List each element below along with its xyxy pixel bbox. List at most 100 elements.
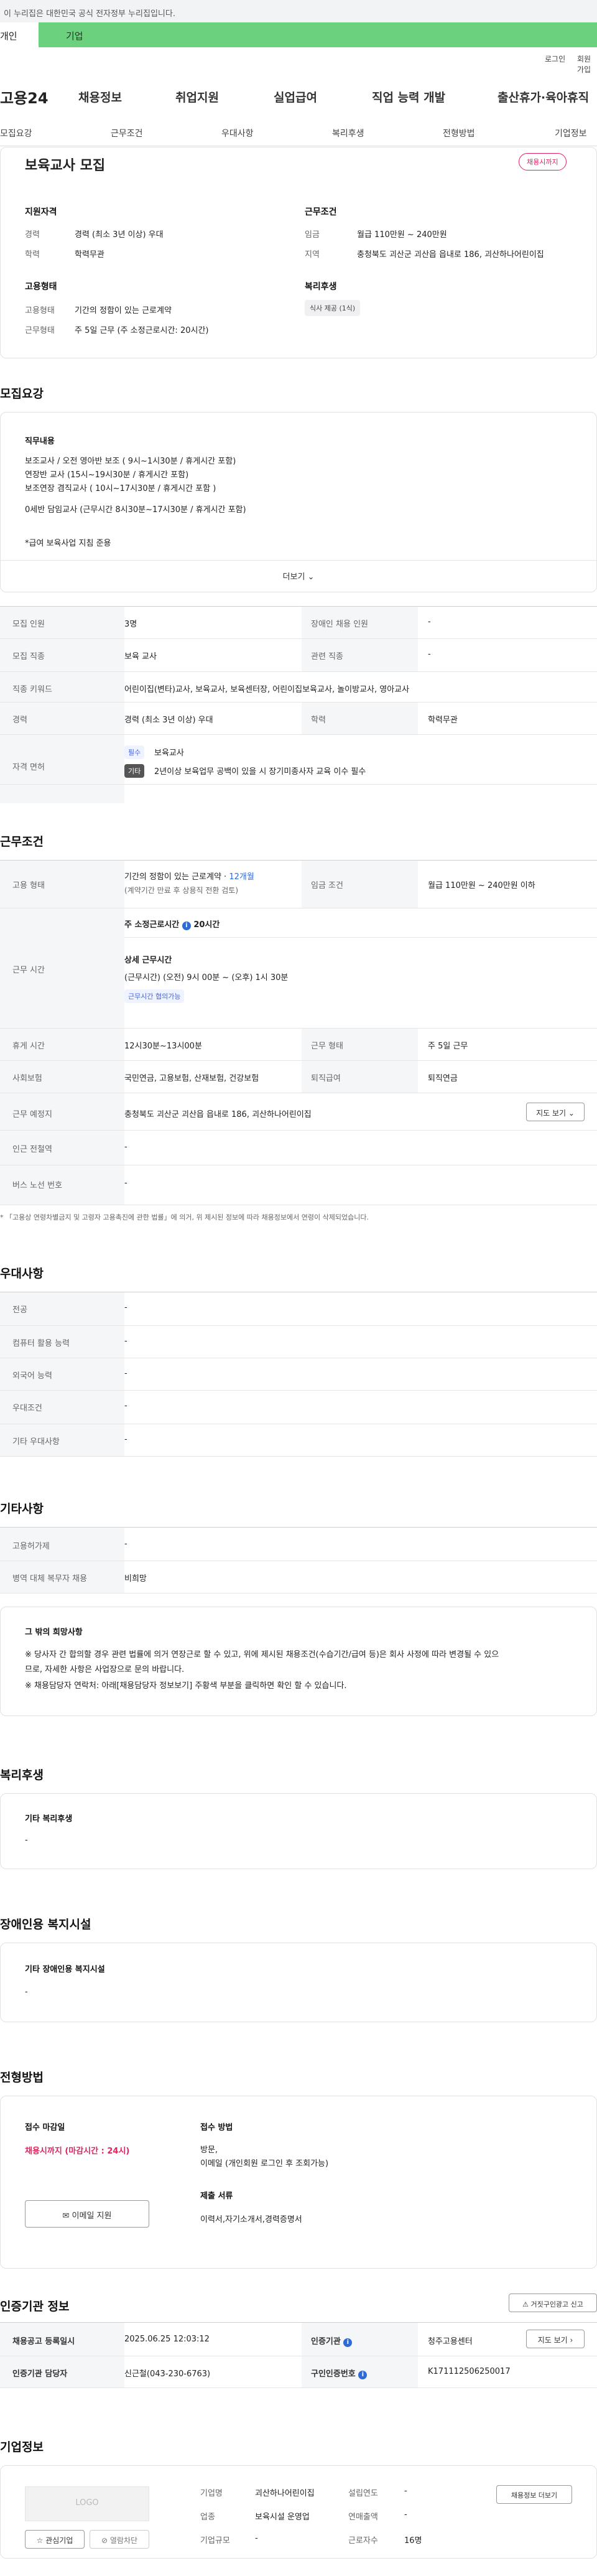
report-button[interactable]: ⚠ 거짓구인광고 신고 bbox=[509, 2294, 597, 2312]
sales-value: - bbox=[404, 2510, 407, 2519]
agency-map-button[interactable]: 지도 보기 › bbox=[526, 2330, 585, 2348]
block-button[interactable]: ⊘ 열람차단 bbox=[90, 2530, 149, 2549]
docs-value: 이력서,자기소개서,경력증명서 bbox=[200, 2215, 302, 2224]
duty-line-1: 보조교사 / 오전 영아반 보조 ( 9시~1시30분 / 휴게시간 포함) bbox=[25, 457, 236, 466]
emp-heading: 고용형태 bbox=[25, 282, 57, 292]
more-jobs-button[interactable]: 채용정보 더보기 bbox=[496, 2485, 572, 2504]
notes-line-2: 므로, 자세한 사항은 사업장으로 문의 바랍니다. bbox=[25, 1665, 185, 1674]
subnav-selection[interactable]: 전형방법 bbox=[443, 127, 475, 139]
row-value: 경력 (최소 3년 이상) 우대 bbox=[124, 716, 213, 725]
row-label: 근무 예정지 bbox=[12, 1110, 52, 1119]
emp-type-value: 기간의 정함이 있는 근로계약 · bbox=[124, 872, 229, 882]
week-hours-value: 20시간 bbox=[193, 920, 220, 930]
qual-heading: 지원자격 bbox=[25, 207, 57, 217]
mail-icon: ✉ bbox=[62, 2211, 70, 2221]
row-divider bbox=[0, 1325, 597, 1326]
subnav-preference[interactable]: 우대사항 bbox=[221, 127, 254, 139]
size-label: 기업규모 bbox=[200, 2536, 230, 2546]
career-label: 경력 bbox=[25, 230, 40, 240]
wage-label: 임금 bbox=[305, 230, 320, 240]
notes-heading: 그 밖의 희망사항 bbox=[25, 1628, 83, 1637]
welfare-box-heading: 기타 복리후생 bbox=[25, 1814, 73, 1824]
more-button[interactable]: 더보기 ⌄ bbox=[0, 570, 597, 582]
login-link[interactable]: 로그인 bbox=[545, 54, 565, 64]
company-heading: 기업정보 bbox=[0, 2440, 44, 2454]
agency-map-label: 지도 보기 bbox=[537, 2336, 568, 2345]
company-logo: LOGO bbox=[25, 2486, 149, 2521]
subnav-recruit[interactable]: 모집요강 bbox=[0, 127, 32, 139]
row-value: - bbox=[428, 617, 431, 627]
edu-label: 학력 bbox=[25, 250, 40, 259]
duty-card bbox=[0, 412, 597, 592]
info-icon[interactable]: i bbox=[343, 2338, 353, 2347]
table-bottom bbox=[0, 2387, 597, 2388]
gnb-item-training[interactable]: 직업 능력 개발 bbox=[372, 88, 445, 105]
gnb-item-benefit[interactable]: 실업급여 bbox=[274, 88, 317, 105]
status-badge: 채용시까지 bbox=[519, 153, 567, 170]
row-divider bbox=[0, 671, 597, 672]
row-label: 전공 bbox=[12, 1305, 27, 1315]
chevron-down-icon: ⌄ bbox=[307, 572, 315, 582]
info-icon[interactable]: i bbox=[358, 2371, 368, 2379]
disabled-card bbox=[0, 1943, 597, 2022]
tab-company[interactable]: 기업 bbox=[39, 22, 597, 47]
row-value: 보육 교사 bbox=[124, 652, 157, 661]
row-label: 휴게 시간 bbox=[12, 1042, 45, 1051]
site-logo[interactable]: 고용24 bbox=[0, 86, 49, 108]
recruit-heading: 모집요강 bbox=[0, 387, 44, 401]
warning-icon: ⚠ bbox=[522, 2300, 529, 2308]
deadline-heading: 접수 마감일 bbox=[25, 2123, 65, 2132]
subnav-welfare[interactable]: 복리후생 bbox=[332, 127, 364, 139]
block-icon: ⊘ bbox=[101, 2536, 108, 2545]
area-value: 충청북도 괴산군 괴산읍 읍내로 186, 괴산하나어린이집 bbox=[357, 250, 544, 259]
notes-line-3: ※ 채용담당자 연락처: 아래[채용담당자 정보보기] 주황색 부분을 클릭하면… bbox=[25, 1681, 347, 1691]
duty-note: *급여 보육사업 지침 준용 bbox=[25, 539, 111, 548]
preference-heading: 우대사항 bbox=[0, 1267, 44, 1281]
method-value-1: 방문, bbox=[200, 2145, 218, 2155]
gnb-item-leave[interactable]: 출산휴가·육아휴직 bbox=[497, 88, 589, 105]
duty-line-2: 연장반 교사 (15시~19시30분 / 휴게시간 포함) bbox=[25, 470, 189, 480]
year-value: - bbox=[404, 2486, 407, 2496]
info-icon[interactable]: i bbox=[182, 922, 191, 930]
size-value: - bbox=[255, 2534, 258, 2543]
negotiable-chip: 근무시간 협의가능 bbox=[124, 989, 185, 1003]
more-label: 더보기 bbox=[282, 572, 305, 582]
welfare-heading: 복리후생 bbox=[305, 282, 337, 292]
gov-notice: 이 누리집은 대한민국 공식 전자정부 누리집입니다. bbox=[4, 9, 175, 19]
row-label: 모집 인원 bbox=[12, 620, 45, 629]
work-value: 주 5일 근무 (주 소정근로시간: 20시간) bbox=[75, 326, 209, 335]
tab-personal[interactable]: 개인 bbox=[0, 22, 39, 47]
row-label: 채용공고 등록일시 bbox=[12, 2337, 75, 2346]
type-value: 기간의 정함이 있는 근로계약 bbox=[75, 306, 172, 315]
disabled-heading: 장애인용 복지시설 bbox=[0, 1918, 91, 1931]
employees-label: 근로자수 bbox=[348, 2536, 378, 2546]
selection-heading: 전형방법 bbox=[0, 2071, 44, 2084]
row-label: 퇴직급여 bbox=[311, 1074, 341, 1083]
retire-value: 퇴직연금 bbox=[428, 1074, 458, 1083]
license-note: 2년이상 보육업무 공백이 있을 시 장기미종사자 교육 이수 필수 bbox=[154, 767, 366, 777]
row-divider bbox=[0, 734, 597, 735]
subnav-conditions[interactable]: 근무조건 bbox=[111, 127, 143, 139]
map-button-label: 지도 보기 bbox=[536, 1109, 567, 1118]
row-label: 사회보험 bbox=[12, 1074, 42, 1083]
gnb-item-jobs[interactable]: 채용정보 bbox=[78, 88, 122, 105]
email-apply-button[interactable]: ✉ 이메일 지원 bbox=[25, 2200, 149, 2228]
favorite-button[interactable]: ☆ 관심기업 bbox=[25, 2530, 85, 2549]
conditions-heading: 근무조건 bbox=[0, 835, 44, 849]
row-value: 3명 bbox=[124, 620, 137, 629]
notes-line-1: ※ 당사자 간 합의할 경우 관련 법률에 의거 연장근로 할 수 있고, 위에… bbox=[25, 1650, 499, 1659]
agency-heading: 인증기관 정보 bbox=[0, 2300, 70, 2313]
work-label: 근무형태 bbox=[25, 326, 55, 335]
map-button[interactable]: 지도 보기 ⌄ bbox=[526, 1103, 585, 1121]
subnav-company[interactable]: 기업정보 bbox=[555, 127, 587, 139]
gnb-item-support[interactable]: 취업지원 bbox=[175, 88, 219, 105]
row-value: - bbox=[124, 1435, 127, 1444]
type-label: 고용형태 bbox=[25, 306, 55, 315]
signup-link[interactable]: 회원가입 bbox=[577, 54, 597, 75]
detail-hours-value: (근무시간) (오전) 9시 00분 ~ (오후) 1시 30분 bbox=[124, 973, 289, 982]
industry-label: 업종 bbox=[200, 2513, 215, 2522]
career-value: 경력 (최소 3년 이상) 우대 bbox=[75, 230, 164, 240]
row-label: 학력 bbox=[311, 716, 326, 725]
report-label: 거짓구인광고 신고 bbox=[530, 2300, 583, 2308]
row-value: - bbox=[124, 1401, 127, 1411]
